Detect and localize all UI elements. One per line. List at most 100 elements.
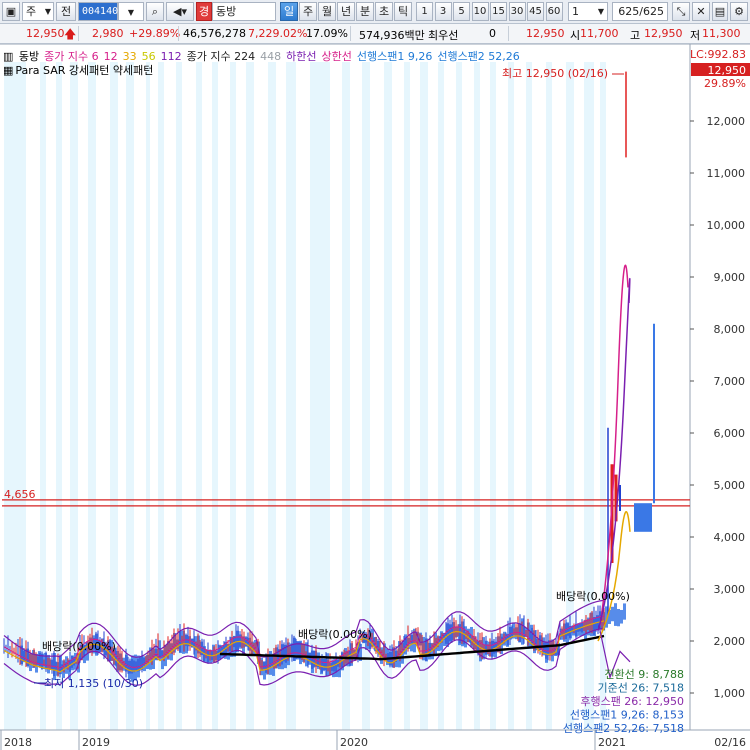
chart-canvas[interactable]: 12,000 11,000 10,000 9,000 8,000 7,000 6,000 5,… (0, 43, 750, 750)
shading-band (212, 62, 218, 730)
market-label: 주 (26, 5, 37, 18)
legend-item: 선행스팬1 9,26 (356, 50, 433, 63)
save-icon[interactable]: ▤ (712, 2, 728, 21)
y-tick-label: 7,000 (714, 375, 746, 388)
stock-name-field[interactable]: 동방 (212, 2, 276, 21)
shading-band (110, 62, 118, 730)
ichimoku-value-label: 선행스팬1 9,26: 8,153 (570, 709, 684, 722)
shading-band (404, 62, 410, 730)
arrow-up-icon: 🡅 (64, 27, 77, 41)
volume-pct: 7,229.02% (248, 27, 308, 40)
period-tab[interactable]: 분 (356, 2, 374, 21)
y-tick-label: 4,000 (714, 531, 746, 544)
interval-button[interactable]: 60 (545, 2, 563, 21)
period-tab[interactable]: 초 (375, 2, 393, 21)
code-dropdown[interactable]: ▼ (118, 2, 144, 21)
chevron-down-icon: ▼ (127, 8, 135, 17)
turnover-pct: 17.09% (306, 27, 348, 40)
shading-band (268, 62, 276, 730)
x-tick-label: 2021 (598, 736, 626, 749)
interval-button[interactable]: 3 (434, 2, 452, 21)
ichimoku-cloud (623, 603, 626, 620)
y-tick-label: 8,000 (714, 323, 746, 336)
current-price: 12,950 (26, 27, 65, 40)
last-date-label: 02/16 (714, 736, 746, 749)
best-price: 12,950 (526, 27, 565, 40)
period-tab[interactable]: 틱 (394, 2, 412, 21)
dividend-annotation: 배당락(0.00%) (556, 590, 630, 603)
shading-band (438, 62, 444, 730)
settings-icon[interactable]: ⚙ (730, 2, 748, 21)
shading-band (474, 62, 480, 730)
ichimoku-cloud (614, 603, 617, 626)
interval-button[interactable]: 30 (508, 2, 526, 21)
change-value: 2,980 (92, 27, 124, 40)
shading-band (230, 62, 236, 730)
y-tick-label: 3,000 (714, 583, 746, 596)
ichimoku-value-label: 후행스팬 26: 12,950 (580, 695, 684, 708)
ichimoku-cloud (620, 609, 623, 624)
interval-button[interactable]: 15 (490, 2, 507, 21)
y-tick-label: 9,000 (714, 271, 746, 284)
page-counter: 625/625 (612, 2, 668, 21)
high-annotation: 최고 12,950 (02/16) (502, 67, 608, 80)
hline-label: 4,656 (4, 488, 36, 501)
shading-band (146, 62, 150, 730)
priority-label: 최우선 (428, 29, 459, 42)
shading-band (158, 62, 164, 730)
ichimoku-cloud (634, 503, 652, 532)
shading-band (56, 62, 62, 730)
stock-tag-badge: 경 (196, 2, 212, 21)
expand-icon[interactable]: ⤡ (672, 2, 690, 21)
chart-icon[interactable]: ▣ (2, 2, 20, 21)
ichimoku-cloud (617, 608, 620, 627)
x-tick-label: 2020 (340, 736, 368, 749)
count-input[interactable]: 1 ▼ (568, 2, 608, 21)
legend-item: 종가 지수 224 (186, 50, 256, 63)
legend-item: 상한선 (321, 50, 352, 63)
period-tab[interactable]: 년 (337, 2, 355, 21)
shading-band (546, 62, 552, 730)
y-tick-label: 11,000 (707, 167, 746, 180)
interval-button[interactable]: 45 (527, 2, 544, 21)
pct-tag: 29.89% (704, 77, 746, 90)
x-tick-label: 2019 (82, 736, 110, 749)
count-value: 1 (572, 5, 579, 18)
period-tab[interactable]: 월 (318, 2, 336, 21)
high-label: 고 (630, 29, 641, 42)
grid-icon: ▦ (3, 64, 14, 77)
y-tick-label: 12,000 (707, 115, 746, 128)
y-tick-label: 2,000 (714, 635, 746, 648)
speaker-icon[interactable]: ◀▾ (166, 2, 194, 21)
y-tick-label: 5,000 (714, 479, 746, 492)
all-button[interactable]: 전 (56, 2, 76, 21)
price-chart[interactable]: 12,000 11,000 10,000 9,000 8,000 7,000 6,000 5,… (0, 43, 750, 750)
legend-item: 112 (160, 50, 182, 63)
period-tab[interactable]: 일 (280, 2, 298, 21)
legend-item: 448 (260, 50, 282, 63)
toolbar: ▣ 주 ▼ 전 004140 ▼ ⌕ ◀▾ 경 동방 일주월년분초틱 1 3 5 10 1… (0, 0, 750, 24)
volume: 46,576,278 (183, 27, 246, 40)
y-tick-label: 10,000 (707, 219, 746, 232)
quote-bar: 12,950 🡅 2,980 +29.89% 46,576,278 7,229.… (0, 24, 750, 44)
lc-label: LC:992.83 (690, 48, 746, 61)
para-sar-label: Para SAR 강세패턴 약세패턴 (15, 64, 154, 77)
low-label: 저 (690, 29, 701, 42)
low-price: 11,300 (702, 27, 741, 40)
cross-icon[interactable]: ✕ (692, 2, 710, 21)
chevron-down-icon: ▼ (597, 7, 604, 16)
shading-band (384, 62, 392, 730)
interval-button[interactable]: 1 (416, 2, 433, 21)
high-price: 12,950 (644, 27, 683, 40)
period-tab[interactable]: 주 (299, 2, 317, 21)
shading-band (420, 62, 428, 730)
dividend-annotation: 배당락(0.00%) (42, 640, 116, 653)
interval-button[interactable]: 10 (471, 2, 489, 21)
market-select[interactable]: 주 ▼ (22, 2, 54, 21)
y-tick-label: 1,000 (714, 687, 746, 700)
ichimoku-cloud (611, 606, 614, 622)
search-icon[interactable]: ⌕ (146, 2, 164, 21)
stock-code-input[interactable]: 004140 (78, 2, 118, 21)
interval-button[interactable]: 5 (453, 2, 470, 21)
x-tick-label: 2018 (4, 736, 32, 749)
